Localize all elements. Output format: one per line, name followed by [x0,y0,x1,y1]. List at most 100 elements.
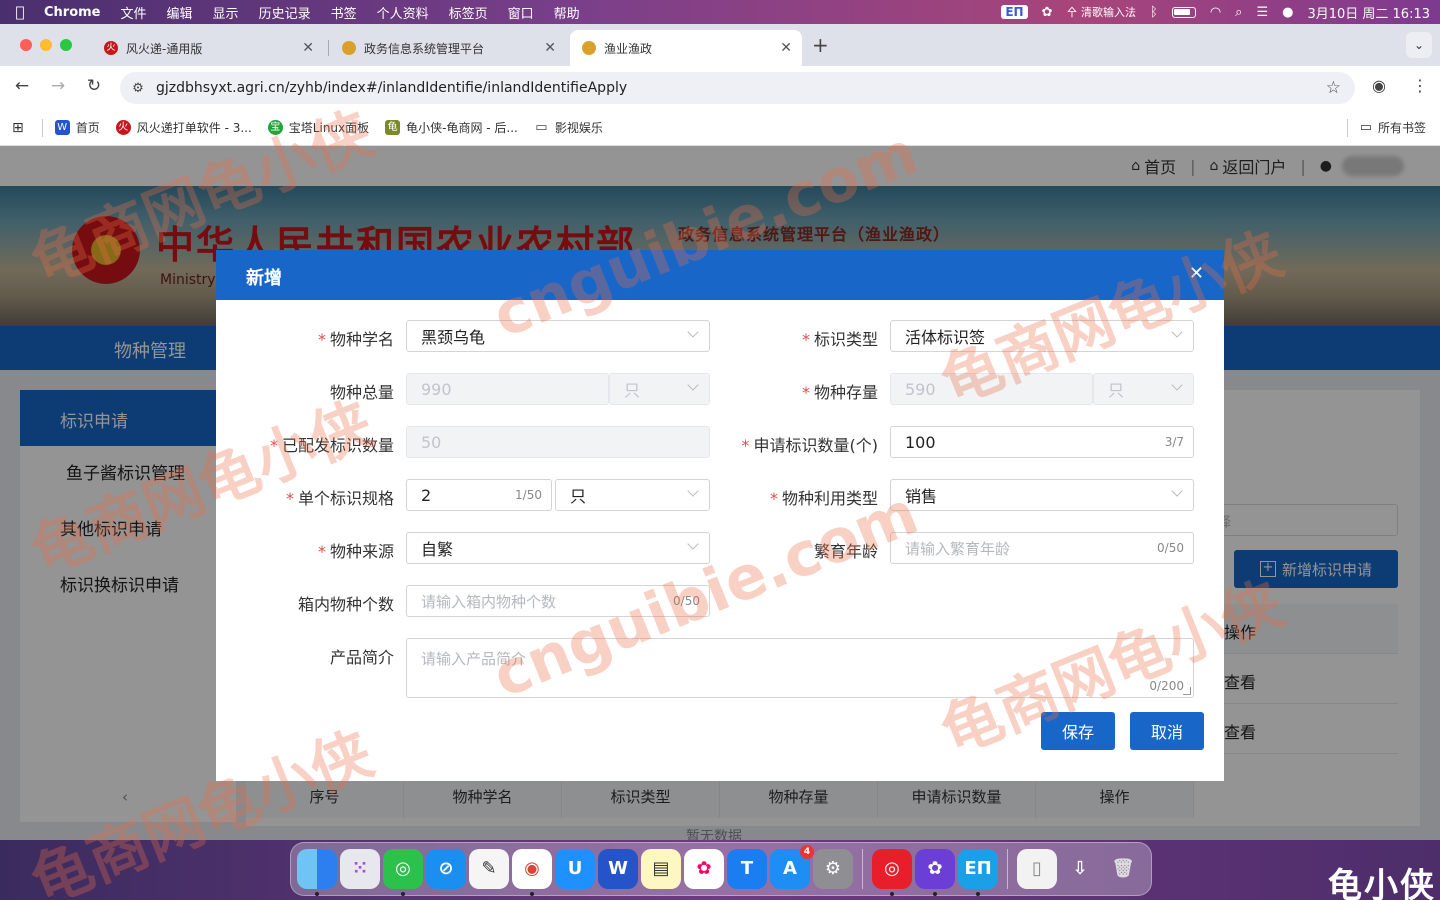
bookmark-baota[interactable]: 宝宝塔Linux面板 [267,119,369,136]
label-text: 物种来源 [329,542,394,561]
url-text[interactable]: gjzdbhsyxt.agri.cn/zyhb/index#/inlandIde… [156,80,627,96]
chevron-down-icon [687,538,699,550]
menu-file[interactable]: 文件 [111,3,157,22]
trash-icon[interactable]: 🗑 [1103,849,1143,889]
minimize-window-button[interactable] [40,39,52,51]
label-text: 申请标识数量(个) [753,436,879,455]
siri-icon[interactable]: ● [1282,5,1293,20]
document-icon[interactable]: ▯ [1017,849,1057,889]
site-info-icon[interactable]: ⚙ [120,81,156,96]
input-value: 990 [421,379,452,399]
app-store-icon[interactable]: A4 [770,845,814,889]
macos-menubar:  Chrome 文件 编辑 显示 历史记录 书签 个人资料 标签页 窗口 帮助… [0,0,1440,24]
zoom-window-button[interactable] [60,39,72,51]
species-name-select[interactable]: 黑颈乌龟 [406,320,710,352]
tab-gov-platform[interactable]: 政务信息系统管理平台 ✕ [330,30,566,66]
wechat-icon[interactable]: ◎ [383,849,423,896]
menu-view[interactable]: 显示 [203,3,249,22]
running-dot [890,892,894,896]
chrome-menu-icon[interactable]: ⋮ [1412,76,1428,95]
label-text: 物种存量 [813,383,878,402]
required-mark: * [317,542,326,561]
dock-divider [1007,849,1008,889]
address-bar[interactable]: ⚙ gjzdbhsyxt.agri.cn/zyhb/index#/inlandI… [120,72,1355,104]
species-stock-unit-select: 只 [1093,373,1194,405]
tab-search-icon[interactable]: ⌄ [1406,32,1432,58]
apple-icon[interactable]:  [0,3,40,21]
menu-app[interactable]: Chrome [40,5,111,20]
reload-icon[interactable]: ↻ [82,76,106,96]
wifi-icon[interactable]: ◠ [1210,5,1221,20]
required-mark: * [801,383,810,402]
save-button[interactable]: 保存 [1041,712,1115,750]
safari-icon[interactable]: ⊘ [426,849,466,889]
close-tab-icon[interactable]: ✕ [780,40,792,56]
bookmark-home[interactable]: W 首页 [54,119,100,136]
ime-status[interactable]: 㐃 清歌输入法 [1067,4,1137,20]
bookmark-star-icon[interactable]: ☆ [1326,78,1341,98]
apply-count-input[interactable]: 100 3/7 [890,426,1194,458]
clock[interactable]: 3月10日 周二 16:13 [1307,3,1430,22]
new-tab-icon[interactable]: + [812,33,829,57]
menu-tab[interactable]: 标签页 [439,3,498,22]
breed-age-input[interactable]: 请输入繁育年龄 0/50 [890,532,1194,564]
menu-bookmarks[interactable]: 书签 [321,3,367,22]
bookmark-fenghuodi[interactable]: 火风火递打单软件 - 3... [115,119,252,136]
menu-window[interactable]: 窗口 [498,3,544,22]
emblem-favicon-icon [342,41,356,55]
youku-icon[interactable]: U [555,849,595,889]
finder-icon[interactable] [297,849,337,896]
fenghuodi-icon[interactable]: W [598,849,638,889]
system-settings-icon[interactable]: ⚙ [813,849,853,889]
freeform-icon[interactable]: ✎ [469,849,509,889]
menu-help[interactable]: 帮助 [544,3,590,22]
label-text: 物种利用类型 [781,489,878,508]
profile-icon[interactable]: ◉ [1372,76,1386,95]
netease-music-icon[interactable]: ◎ [872,849,912,896]
spotlight-icon[interactable]: ⌕ [1235,5,1242,20]
all-bookmarks[interactable]: ▭ 所有书签 [1346,118,1426,137]
spec-input[interactable]: 2 1/50 [406,479,552,511]
bookmark-folder-video[interactable]: ▭ 影视娱乐 [534,119,603,136]
label-species-total: 物种总量 [330,379,394,403]
jianying-status-icon[interactable]: ЕП [1001,5,1028,19]
menu-edit[interactable]: 编辑 [157,3,203,22]
downloads-icon[interactable]: ⇩ [1060,849,1100,889]
pinwheel-status-icon[interactable]: ✿ [1042,5,1053,20]
tab-strip: 火 风火递-通用版 ✕ 政务信息系统管理平台 ✕ 渔业渔政 ✕ + ⌄ [0,24,1440,66]
chrome-icon[interactable]: ◉ [512,849,552,896]
close-tab-icon[interactable]: ✕ [544,40,556,56]
forward-icon[interactable]: → [46,76,70,96]
launchpad-icon[interactable]: ⁙ [340,849,380,889]
apps-grid-icon[interactable]: ⊞ [12,120,24,136]
cancel-button[interactable]: 取消 [1130,712,1204,750]
chevron-down-icon [1171,326,1183,338]
mark-type-select[interactable]: 活体标识签 [890,320,1194,352]
use-type-select[interactable]: 销售 [890,479,1194,511]
back-icon[interactable]: ← [10,76,34,96]
close-tab-icon[interactable]: ✕ [302,40,314,56]
intro-textarea[interactable]: 请输入产品简介 0/200 [406,638,1194,698]
required-mark: * [769,489,778,508]
bookmark-guixiaoxia[interactable]: 龟龟小侠-龟商网 - 后... [385,119,518,136]
bluetooth-icon[interactable]: ᛒ [1150,5,1158,20]
label-text: 物种学名 [329,330,394,349]
notes-icon[interactable]: ▤ [641,849,681,889]
pinwheel-icon[interactable]: ✿ [915,849,955,896]
typora-icon[interactable]: T [727,849,767,889]
battery-icon[interactable] [1171,6,1196,18]
menu-history[interactable]: 历史记录 [249,3,321,22]
box-count-input[interactable]: 请输入箱内物种个数 0/50 [406,585,710,617]
photos-icon[interactable]: ✿ [684,849,724,889]
tab-fishery[interactable]: 渔业渔政 ✕ [570,30,802,66]
spec-unit-select[interactable]: 只 [555,479,710,511]
dock-divider [862,849,863,889]
jianying-icon[interactable]: ЕП [958,849,998,896]
close-window-button[interactable] [20,39,32,51]
control-center-icon[interactable]: ☰ [1256,5,1268,20]
menu-profile[interactable]: 个人资料 [367,3,439,22]
tab-fenghuodi[interactable]: 火 风火递-通用版 ✕ [92,30,324,66]
source-select[interactable]: 自繁 [406,532,710,564]
resize-handle-icon[interactable] [1183,687,1191,695]
close-icon[interactable]: ✕ [1189,263,1204,284]
